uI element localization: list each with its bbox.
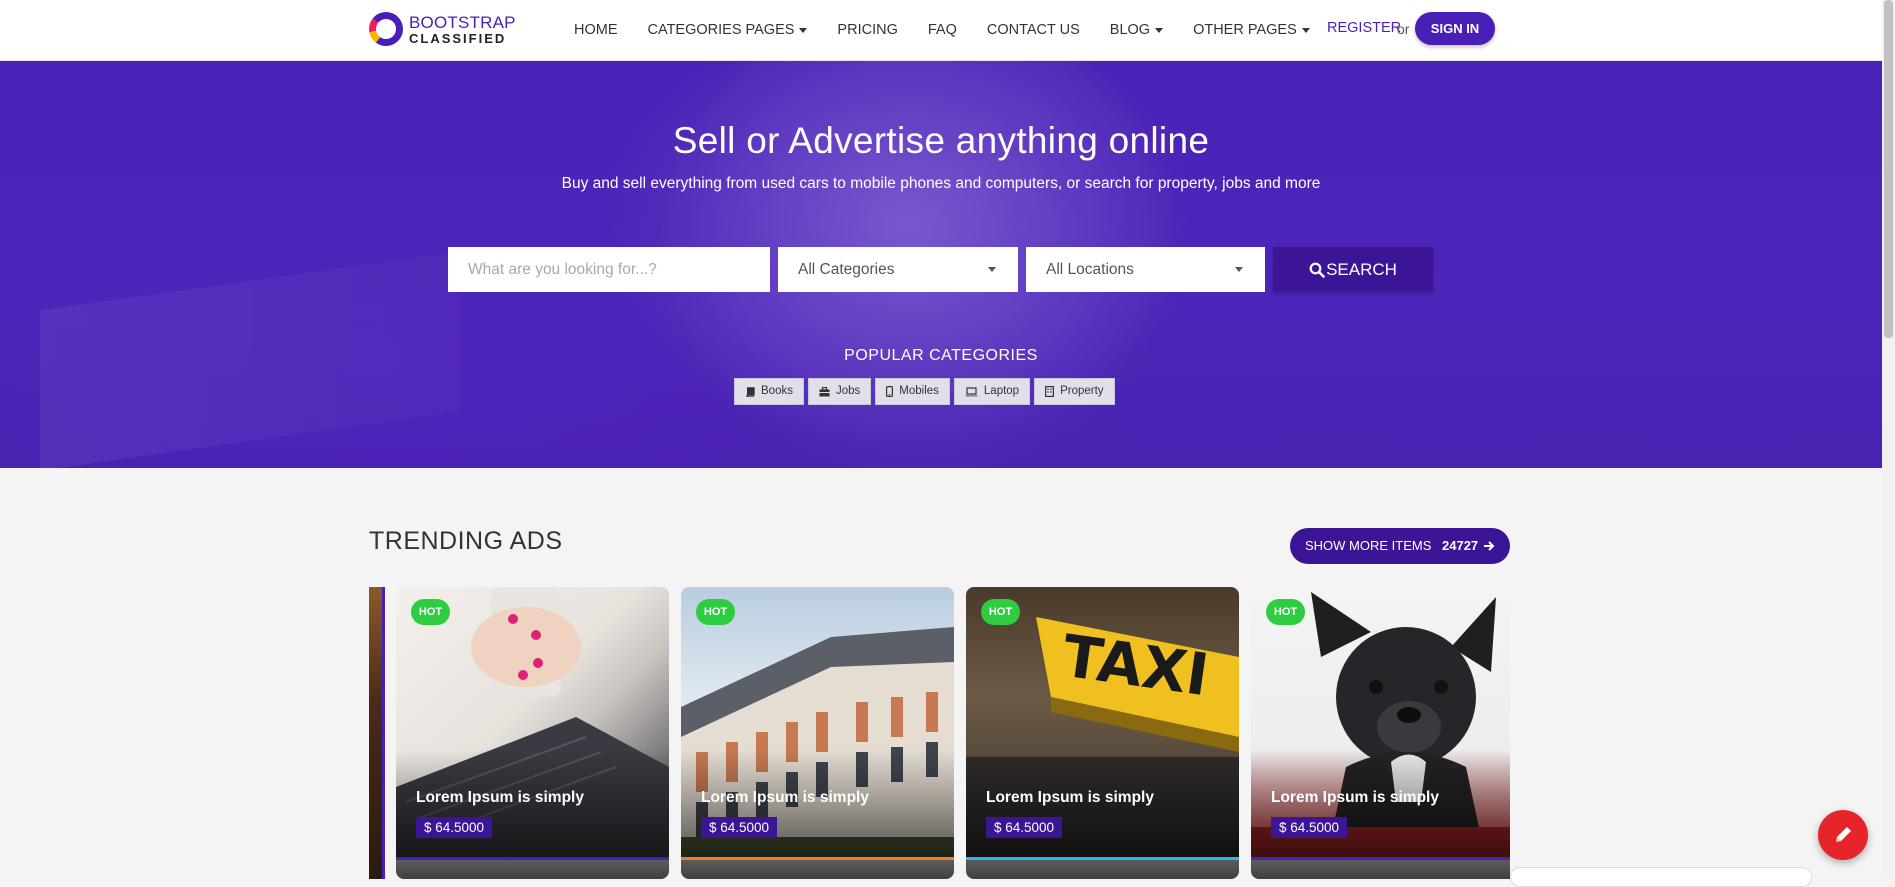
hot-badge: HOT	[981, 599, 1020, 625]
nav-contact-us[interactable]: CONTACT US	[987, 22, 1080, 38]
or-text: or	[1397, 21, 1410, 37]
ad-accent-line	[681, 857, 954, 860]
search-input[interactable]	[448, 247, 770, 292]
popular-categories-title: POPULAR CATEGORIES	[844, 347, 1038, 364]
ad-accent-line	[396, 857, 669, 860]
ad-price: $ 64.5000	[986, 817, 1063, 838]
ad-title[interactable]: Lorem Ipsum is simply	[986, 789, 1154, 807]
ad-price: $ 64.5000	[701, 817, 778, 838]
logo-icon	[369, 12, 403, 46]
caret-down-icon	[988, 267, 996, 272]
ad-card-partial[interactable]	[369, 587, 385, 879]
category-mobiles[interactable]: Mobiles	[875, 378, 950, 405]
ad-card[interactable]: TAXI HOT Lorem Ipsum is simply $ 64.5000	[966, 587, 1239, 879]
category-select[interactable]: All Categories	[778, 247, 1018, 292]
items-count: 24727	[1442, 538, 1479, 553]
pencil-icon	[1836, 827, 1851, 842]
search-button-label: SEARCH	[1326, 260, 1397, 279]
ad-accent-line	[1251, 857, 1510, 860]
ad-title[interactable]: Lorem Ipsum is simply	[1271, 789, 1439, 807]
register-link[interactable]: REGISTER	[1327, 20, 1401, 36]
nav-home[interactable]: HOME	[574, 22, 618, 38]
category-laptop[interactable]: Laptop	[953, 378, 1031, 405]
post-ad-button[interactable]	[1818, 810, 1868, 860]
nav-other-pages[interactable]: OTHER PAGES	[1193, 22, 1310, 38]
briefcase-icon	[819, 386, 830, 396]
search-icon	[1309, 262, 1325, 278]
popular-categories: Books Jobs Mobiles Laptop Property	[734, 378, 1119, 405]
page-scrollbar[interactable]	[1882, 0, 1895, 879]
hot-badge: HOT	[1266, 599, 1305, 625]
caret-down-icon	[1301, 27, 1310, 33]
ad-price: $ 64.5000	[1271, 817, 1348, 838]
ad-title[interactable]: Lorem Ipsum is simply	[701, 789, 869, 807]
category-jobs[interactable]: Jobs	[807, 378, 872, 405]
caret-down-icon	[1235, 267, 1243, 272]
trending-ads-title: TRENDING ADS	[369, 527, 563, 555]
show-more-items-button[interactable]: SHOW MORE ITEMS 24727	[1290, 528, 1510, 564]
laptop-icon	[965, 386, 978, 396]
nav-categories-pages[interactable]: CATEGORIES PAGES	[648, 22, 808, 38]
show-more-label: SHOW MORE ITEMS	[1305, 538, 1432, 553]
sign-in-button[interactable]: SIGN IN	[1415, 12, 1495, 45]
mobile-icon	[886, 386, 894, 397]
nav-pricing[interactable]: PRICING	[837, 22, 897, 38]
building-icon	[1045, 386, 1055, 397]
location-select-value: All Locations	[1046, 261, 1134, 278]
chat-widget-fragment[interactable]	[1510, 867, 1812, 887]
caret-down-icon	[1155, 27, 1164, 33]
ad-card[interactable]: HOT Lorem Ipsum is simply $ 64.5000	[396, 587, 669, 879]
category-books[interactable]: Books	[734, 378, 804, 405]
arrow-right-icon	[1484, 541, 1495, 551]
hero-subtitle: Buy and sell everything from used cars t…	[561, 175, 1321, 192]
main-nav: HOME CATEGORIES PAGES PRICING FAQ CONTAC…	[574, 0, 1340, 60]
ad-card[interactable]: HOT Lorem Ipsum is simply $ 64.5000	[1251, 587, 1510, 879]
nav-blog[interactable]: BLOG	[1110, 22, 1164, 38]
location-select[interactable]: All Locations	[1026, 247, 1265, 292]
category-property[interactable]: Property	[1034, 378, 1115, 405]
trending-ads-carousel[interactable]: HOT Lorem Ipsum is simply $ 64.5000 HOT …	[369, 587, 1510, 879]
nav-faq[interactable]: FAQ	[928, 22, 957, 38]
brand-line1: BOOTSTRAP	[409, 12, 516, 32]
caret-down-icon	[799, 27, 808, 33]
brand-logo[interactable]: BOOTSTRAP CLASSIFIED	[369, 11, 516, 47]
book-icon	[746, 386, 755, 397]
hot-badge: HOT	[411, 599, 450, 625]
scrollbar-thumb[interactable]	[1884, 0, 1893, 338]
hot-badge: HOT	[696, 599, 735, 625]
ad-accent-line	[966, 857, 1239, 860]
navbar: BOOTSTRAP CLASSIFIED HOME CATEGORIES PAG…	[0, 0, 1882, 61]
ad-title[interactable]: Lorem Ipsum is simply	[416, 789, 584, 807]
ad-price: $ 64.5000	[416, 817, 493, 838]
brand-line2: CLASSIFIED	[409, 30, 507, 46]
ad-card[interactable]: HOT Lorem Ipsum is simply $ 64.5000	[681, 587, 954, 879]
hero-banner: Sell or Advertise anything online Buy an…	[0, 61, 1882, 468]
hero-title: Sell or Advertise anything online	[672, 120, 1210, 161]
search-button[interactable]: SEARCH	[1273, 247, 1433, 292]
category-select-value: All Categories	[798, 261, 895, 278]
